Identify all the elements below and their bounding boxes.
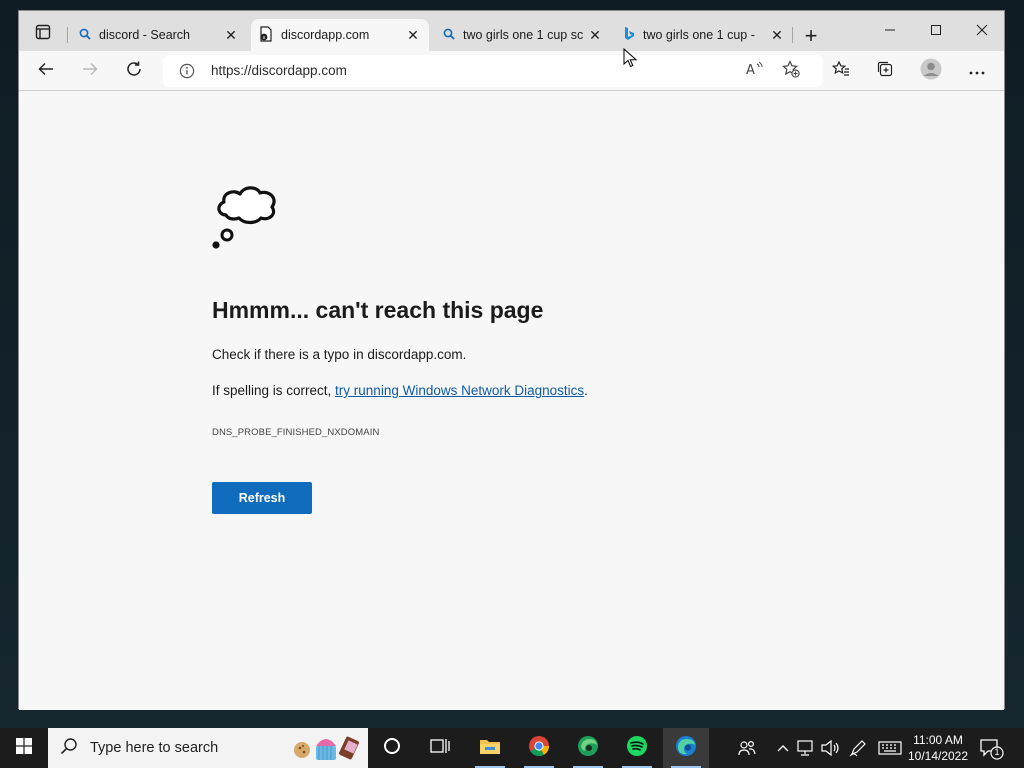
arrow-left-icon xyxy=(37,60,55,83)
tab-discordapp[interactable]: x discordapp.com ✕ xyxy=(251,19,429,51)
task-view-icon xyxy=(430,737,450,760)
tab-title: discord - Search xyxy=(99,28,191,42)
reload-icon xyxy=(125,60,143,83)
taskbar-chrome[interactable] xyxy=(516,728,562,768)
search-placeholder: Type here to search xyxy=(90,740,219,756)
browser-toolbar: https://discordapp.com A xyxy=(19,51,1004,91)
search-icon xyxy=(443,28,455,43)
refresh-button[interactable]: Refresh xyxy=(212,482,312,514)
error-diagnostics-prefix: If spelling is correct, xyxy=(212,383,336,398)
error-typo-hint: Check if there is a typo in discordapp.c… xyxy=(212,347,467,362)
taskbar-edge[interactable] xyxy=(663,728,709,768)
search-highlight-art-icon xyxy=(292,732,364,768)
tab-two-girls-search[interactable]: two girls one 1 cup sc ✕ xyxy=(435,19,611,51)
volume-icon[interactable] xyxy=(820,738,840,758)
favorites-button[interactable] xyxy=(826,57,856,85)
address-bar[interactable]: https://discordapp.com xyxy=(163,55,823,87)
new-tab-button[interactable]: + xyxy=(800,25,822,47)
bing-icon xyxy=(623,26,635,45)
tab-separator xyxy=(792,27,793,43)
forward-button[interactable] xyxy=(75,57,105,85)
edge-dev-icon xyxy=(577,735,599,762)
star-add-icon xyxy=(782,59,800,83)
mouse-cursor-icon xyxy=(623,47,638,73)
taskbar-cortana[interactable] xyxy=(369,728,415,768)
maximize-icon xyxy=(930,23,942,41)
spotify-icon xyxy=(626,735,648,762)
cortana-icon xyxy=(383,737,401,760)
taskbar-task-view[interactable] xyxy=(417,728,463,768)
ellipsis-icon xyxy=(969,62,985,80)
add-favorite-button[interactable] xyxy=(776,57,806,85)
notification-count: 1 xyxy=(994,747,1000,757)
action-center-button[interactable]: 1 xyxy=(978,736,1004,760)
keyboard-icon[interactable] xyxy=(878,738,902,758)
svg-text:x: x xyxy=(263,35,266,41)
search-icon xyxy=(60,737,78,760)
tab-strip: discord - Search ✕ x discordapp.com ✕ tw… xyxy=(19,11,1004,51)
taskbar-spotify[interactable] xyxy=(614,728,660,768)
network-icon[interactable] xyxy=(796,738,816,758)
close-tab-icon[interactable]: ✕ xyxy=(405,27,421,43)
taskbar: Type here to search 11:00 AM 10/14/2022 … xyxy=(0,728,1024,768)
tab-two-girls-bing[interactable]: two girls one 1 cup - ✕ xyxy=(615,19,793,51)
plus-icon: + xyxy=(804,23,818,48)
back-button[interactable] xyxy=(31,57,61,85)
close-tab-icon[interactable]: ✕ xyxy=(587,27,603,43)
close-tab-icon[interactable]: ✕ xyxy=(769,27,785,43)
clock-date: 10/14/2022 xyxy=(907,749,969,763)
info-icon[interactable] xyxy=(179,63,195,84)
maximize-button[interactable] xyxy=(913,19,959,45)
search-icon xyxy=(79,28,91,43)
tab-title: two girls one 1 cup sc xyxy=(463,28,584,42)
minimize-icon xyxy=(884,23,896,41)
collections-button[interactable] xyxy=(870,57,900,85)
collections-icon xyxy=(876,60,894,83)
tab-actions-icon xyxy=(35,24,51,45)
start-button[interactable] xyxy=(0,728,48,768)
browser-window: discord - Search ✕ x discordapp.com ✕ tw… xyxy=(18,10,1005,710)
page-content: Hmmm... can't reach this page Check if t… xyxy=(19,91,1004,710)
taskbar-file-explorer[interactable] xyxy=(467,728,513,768)
taskbar-edge-dev[interactable] xyxy=(565,728,611,768)
taskbar-clock[interactable]: 11:00 AM 10/14/2022 xyxy=(904,732,972,764)
chrome-icon xyxy=(528,735,550,762)
error-code: DNS_PROBE_FINISHED_NXDOMAIN xyxy=(212,427,380,438)
minimize-button[interactable] xyxy=(867,19,913,45)
profile-button[interactable] xyxy=(916,57,946,85)
tab-actions-button[interactable] xyxy=(29,23,57,45)
network-diagnostics-link[interactable]: try running Windows Network Diagnostics xyxy=(335,383,584,398)
page-error-icon: x xyxy=(259,25,273,45)
windows-logo-icon xyxy=(16,737,32,759)
tab-title: discordapp.com xyxy=(281,28,370,42)
avatar xyxy=(920,58,942,85)
svg-text:A: A xyxy=(746,63,755,77)
folder-icon xyxy=(479,737,501,760)
arrow-right-icon xyxy=(81,60,99,83)
clock-time: 11:00 AM xyxy=(913,733,963,747)
chevron-up-icon[interactable] xyxy=(773,738,793,758)
favorites-icon xyxy=(831,60,850,83)
thought-cloud-icon xyxy=(209,175,289,260)
pen-workspace-icon[interactable] xyxy=(848,738,868,758)
read-aloud-icon: A xyxy=(745,61,763,82)
error-diagnostics-suffix: . xyxy=(584,383,588,398)
taskbar-search-box[interactable]: Type here to search xyxy=(48,728,368,768)
tab-separator xyxy=(67,27,68,43)
address-url: https://discordapp.com xyxy=(211,63,347,78)
tab-title: two girls one 1 cup - xyxy=(643,28,755,42)
edge-icon xyxy=(675,735,697,762)
close-tab-icon[interactable]: ✕ xyxy=(223,27,239,43)
people-icon[interactable] xyxy=(737,738,757,758)
error-diagnostics-hint: If spelling is correct, try running Wind… xyxy=(212,383,588,398)
read-aloud-button[interactable]: A xyxy=(739,57,769,85)
error-title: Hmmm... can't reach this page xyxy=(212,297,544,323)
tab-discord-search[interactable]: discord - Search ✕ xyxy=(71,19,247,51)
reload-button[interactable] xyxy=(119,57,149,85)
close-icon xyxy=(976,23,988,41)
close-window-button[interactable] xyxy=(959,19,1005,45)
settings-more-button[interactable] xyxy=(962,57,992,85)
